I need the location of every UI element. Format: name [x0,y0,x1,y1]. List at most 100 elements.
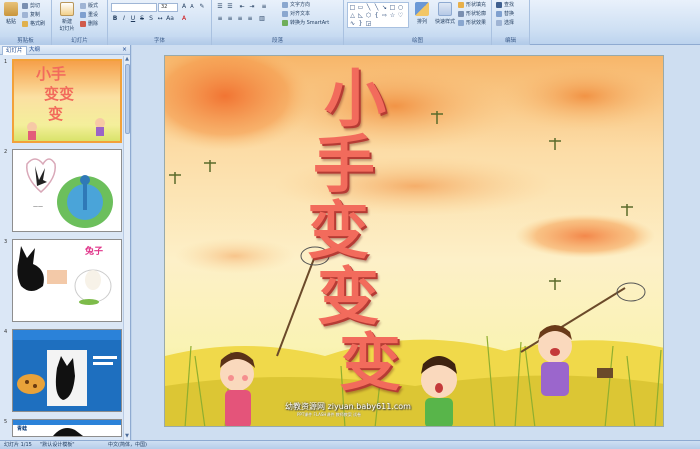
current-slide[interactable]: 小 手 变 变 变 幼教资源网 ziyuan.baby611.com PPT课件… [164,55,664,427]
delete-icon [80,20,86,27]
scroll-down-icon[interactable]: ▼ [124,433,130,440]
align-left-button[interactable]: ≡ [216,15,224,23]
shadow-button[interactable]: S [147,15,155,23]
brace-shape-icon[interactable]: } [357,20,364,27]
select-button[interactable]: 选择 [496,19,514,27]
clear-format-button[interactable]: ✎ [198,3,206,11]
decrease-indent-button[interactable]: ⇤ [238,3,246,11]
language-indicator[interactable]: 中文(简体，中国) [108,441,147,449]
rect2-shape-icon[interactable]: □ [389,4,396,11]
rectangle-shape-icon[interactable]: □ [349,4,356,11]
layout-button[interactable]: 版式 [80,2,98,10]
font-size-box[interactable]: 32 [158,3,178,12]
arrow-shape-icon[interactable]: ↘ [381,4,388,11]
smartart-button[interactable]: 转换为 SmartArt [282,19,329,27]
thumb-preview-2[interactable]: —— [12,149,122,232]
right-arrow-shape-icon[interactable]: ⇨ [381,12,388,19]
hexagon-shape-icon[interactable]: ⬡ [365,12,372,19]
close-pane-icon[interactable]: × [122,46,127,54]
shapes-gallery[interactable]: □ ▭ ╲ ╲ ↘ □ ○ △ ◺ ⬡ { ⇨ ☆ ♡ ∿ } ◲ [347,2,409,28]
numbering-button[interactable]: ☰ [226,3,234,11]
brush-icon [22,20,28,27]
heart-shape-icon[interactable]: ♡ [397,12,404,19]
shape-effects-button[interactable]: 形状效果 [458,19,486,27]
new-slide-icon [60,2,74,16]
cut-button[interactable]: 剪切 [22,2,40,10]
justify-button[interactable]: ≡ [246,15,254,23]
replace-button[interactable]: 替换 [496,10,514,18]
align-text-button[interactable]: 对齐文本 [282,10,310,18]
thumb-preview-4[interactable] [12,329,122,412]
find-button[interactable]: 查找 [496,1,514,9]
line-shape-icon[interactable]: ╲ [365,4,372,11]
text-direction-button[interactable]: 文字方向 [282,1,310,9]
svg-text:变: 变 [48,105,63,123]
effects-icon [458,19,464,26]
scroll-up-icon[interactable]: ▲ [124,56,130,63]
bullets-button[interactable]: ☰ [216,3,224,11]
font-color-button[interactable]: A [180,15,188,23]
triangle-shape-icon[interactable]: △ [349,12,356,19]
thumb-preview-3[interactable]: 兔子 [12,239,122,322]
oval-shape-icon[interactable]: ○ [397,4,404,11]
font-name-box[interactable] [111,3,157,12]
arrange-icon [415,2,429,16]
bold-button[interactable]: B [111,15,119,23]
align-right-button[interactable]: ≡ [236,15,244,23]
slide-title[interactable]: 小 手 变 变 变 [255,66,415,396]
slides-pane: 幻灯片 大纲 × 1 小手 变变 变 2 —— 3 兔子 4 5 青蛙 ▲ ▼ [0,45,131,440]
reset-icon [80,11,86,18]
reset-button[interactable]: 重设 [80,11,98,19]
thumb-2-art: —— [13,150,121,231]
align-text-icon [282,10,288,17]
arrange-button[interactable]: 排列 [412,2,432,25]
paste-button[interactable]: 粘贴 [2,2,20,25]
delete-slide-button[interactable]: 删除 [80,20,98,28]
increase-indent-button[interactable]: ⇥ [248,3,256,11]
new-slide-button[interactable]: 新建 幻灯片 [56,2,78,32]
copy-icon [22,11,28,18]
change-case-button[interactable]: Aa [166,15,174,23]
shrink-font-button[interactable]: A [188,3,196,11]
thumb-3-caption: 兔子 [85,247,104,257]
paint-bucket-icon [458,1,464,8]
pen-icon [458,10,464,17]
shape-outline-button[interactable]: 形状轮廓 [458,10,486,18]
char-spacing-button[interactable]: ↔ [156,15,164,23]
font-group: 32 A A ✎ B I U S S ↔ Aa A 字体 [108,0,212,45]
drawing-group: □ ▭ ╲ ╲ ↘ □ ○ △ ◺ ⬡ { ⇨ ☆ ♡ ∿ } ◲ 排列 快速样… [344,0,492,45]
strikethrough-button[interactable]: S [138,15,146,23]
text-direction-icon [282,1,288,8]
curve-shape-icon[interactable]: ∿ [349,20,356,27]
bracket-shape-icon[interactable]: { [373,12,380,19]
shape-fill-button[interactable]: 形状填充 [458,1,486,9]
slide-editor: 小 手 变 变 变 幼教资源网 ziyuan.baby611.com PPT课件… [132,45,700,440]
svg-text:——: —— [33,204,43,210]
thumbnail-scrollbar[interactable]: ▲ ▼ [123,56,130,440]
italic-button[interactable]: I [120,15,128,23]
theme-name: "默认设计模板" [40,442,75,448]
slide-number: 5 [4,419,8,425]
grow-font-button[interactable]: A [180,3,188,11]
star-shape-icon[interactable]: ☆ [389,12,396,19]
columns-button[interactable]: ▥ [258,15,266,23]
tab-outline[interactable]: 大纲 [26,46,43,55]
thumb-preview-5[interactable]: 青蛙 [12,419,122,437]
underline-button[interactable]: U [129,15,137,23]
quick-styles-button[interactable]: 快速样式 [432,2,458,25]
tab-slides[interactable]: 幻灯片 [2,46,27,55]
line2-shape-icon[interactable]: ╲ [373,4,380,11]
align-center-button[interactable]: ≡ [226,15,234,23]
rtriangle-shape-icon[interactable]: ◺ [357,12,364,19]
line-spacing-button[interactable]: ≡ [260,3,268,11]
thumb-preview-1[interactable]: 小手 变变 变 [12,59,122,143]
editing-group: 查找 替换 选择 编辑 [492,0,530,45]
thumb-4-art [13,330,121,411]
format-painter-button[interactable]: 格式刷 [22,20,45,28]
paste-icon [4,2,18,16]
slide-number: 1 [4,59,8,65]
callout-shape-icon[interactable]: ◲ [365,20,372,27]
text-box-shape-icon[interactable]: ▭ [357,4,364,11]
copy-button[interactable]: 复制 [22,11,40,19]
scroll-thumb[interactable] [125,64,130,134]
